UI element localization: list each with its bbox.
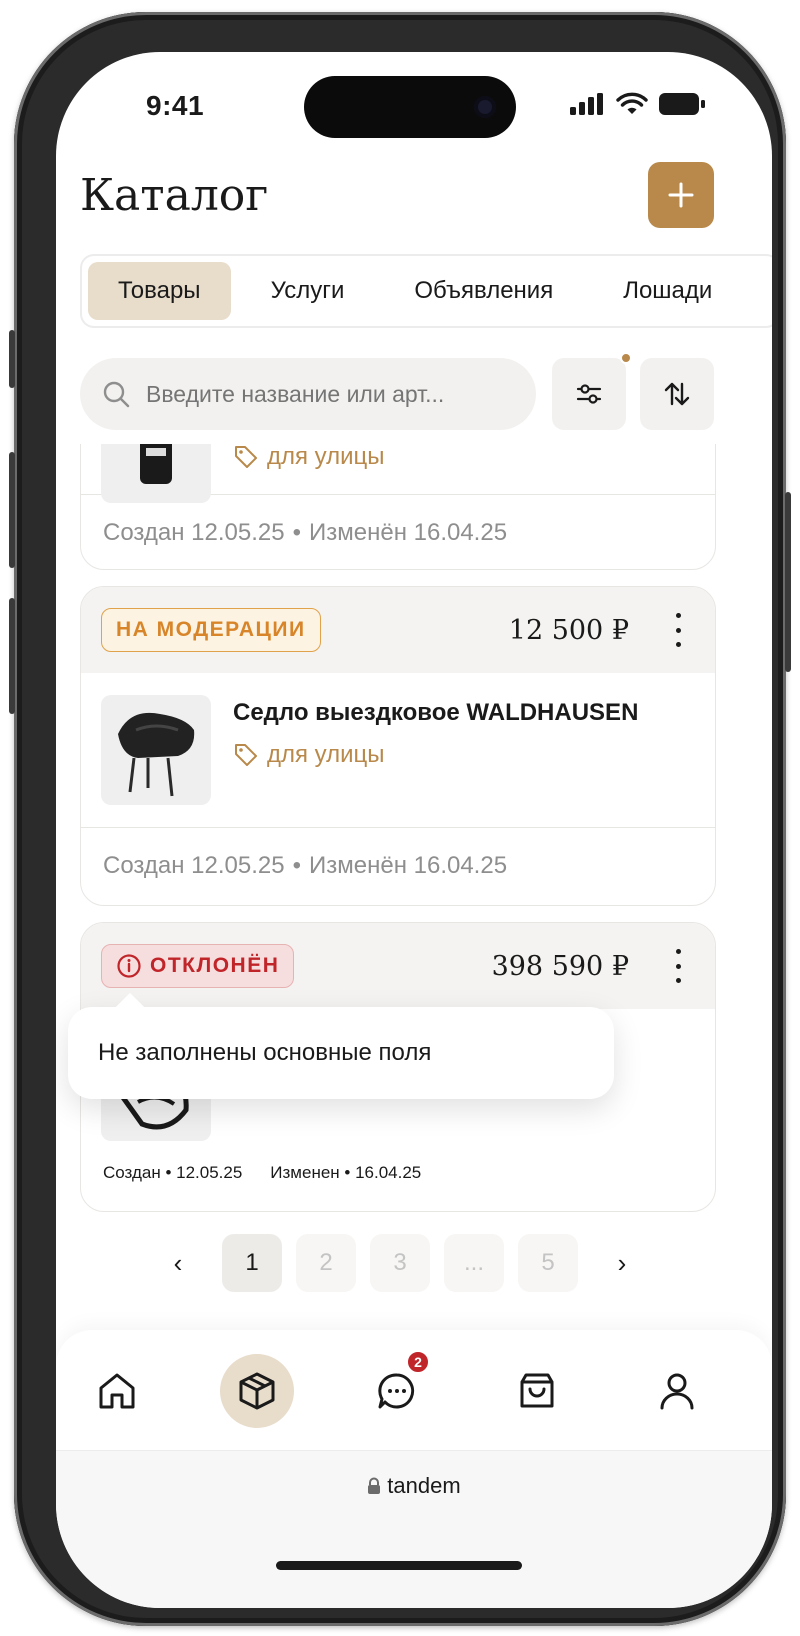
power-button [785, 492, 791, 672]
card-header: ОТКЛОНЁН 398 590 ₽ [81, 923, 715, 1009]
tab-services[interactable]: Услуги [241, 262, 375, 320]
tag-icon [235, 446, 257, 468]
volume-up-button [9, 452, 15, 568]
card-dates: Создан 12.05.25 • Изменён 16.04.25 [81, 495, 715, 569]
created-date: Создан 12.05.25 [103, 852, 285, 879]
signal-icon [570, 93, 603, 115]
modified-date: Изменён 16.04.25 [309, 519, 508, 546]
filter-button[interactable] [552, 352, 632, 430]
created-date: Создан 12.05.25 [103, 519, 285, 546]
bottom-nav: 2 [56, 1330, 772, 1450]
status-badge: НА МОДЕРАЦИИ [101, 608, 321, 652]
card-body: Седло выездковое WALDHAUSEN для улицы [81, 673, 715, 828]
tag-label: для улицы [267, 741, 385, 768]
product-thumbnail [101, 444, 211, 503]
page-ellipsis: ... [444, 1234, 504, 1292]
card-dates: Создан 12.05.25 • Изменён 16.04.25 [81, 828, 715, 904]
browser-bar: tandem [56, 1450, 772, 1608]
home-indicator[interactable] [276, 1561, 522, 1570]
date-separator: • [292, 519, 301, 546]
product-tag: для улицы [233, 444, 385, 471]
product-title: Седло выездковое WALDHAUSEN [233, 699, 639, 726]
card-header: НА МОДЕРАЦИИ 12 500 ₽ [81, 587, 715, 673]
filter-sliders-icon [576, 384, 602, 404]
next-page-button[interactable]: › [592, 1234, 652, 1292]
camera-icon [474, 96, 496, 118]
modified-date: Изменен • 16.04.25 [270, 1163, 422, 1182]
wifi-icon [616, 92, 648, 114]
status-time: 9:41 [146, 90, 205, 121]
sort-button[interactable] [640, 358, 714, 430]
tab-horses[interactable]: Лошади [593, 262, 742, 320]
battery-icon [659, 93, 705, 115]
nav-catalog[interactable] [220, 1354, 294, 1428]
dynamic-island [304, 76, 516, 138]
tag-icon [235, 744, 257, 766]
chat-icon [378, 1373, 415, 1409]
bag-icon [520, 1373, 554, 1408]
pagination: ‹ 1 2 3 ... 5 › [148, 1234, 652, 1292]
prev-page-button[interactable]: ‹ [148, 1234, 208, 1292]
page-title: Каталог [80, 170, 269, 221]
plus-icon [668, 182, 694, 208]
nav-profile[interactable] [640, 1354, 714, 1428]
lock-icon [368, 1477, 381, 1494]
search-icon [103, 381, 130, 408]
nav-cart[interactable] [500, 1354, 574, 1428]
card-dates: Создан • 12.05.25 Изменен • 16.04.25 [103, 1163, 421, 1183]
status-icons [570, 92, 706, 116]
product-price: 398 590 ₽ [491, 950, 629, 982]
product-image [140, 444, 172, 484]
home-icon [99, 1373, 135, 1409]
product-list[interactable]: для улицы Создан 12.05.25 • Изменён 16.0… [56, 444, 772, 1324]
product-tag: для улицы [233, 741, 638, 769]
nav-home[interactable] [80, 1354, 154, 1428]
info-icon [117, 954, 141, 978]
url-text: tandem [387, 1473, 461, 1498]
created-date: Создан • 12.05.25 [103, 1163, 243, 1182]
tag-label: для улицы [267, 444, 385, 470]
tab-listings[interactable]: Объявления [384, 262, 583, 320]
product-card[interactable]: для улицы Создан 12.05.25 • Изменён 16.0… [80, 444, 716, 570]
product-price: 12 500 ₽ [508, 614, 629, 646]
address-bar[interactable]: tandem [56, 1473, 772, 1499]
search-input[interactable] [146, 380, 516, 408]
profile-icon [660, 1373, 694, 1410]
date-separator: • [292, 852, 301, 879]
add-button[interactable] [648, 162, 714, 228]
search-bar [80, 358, 536, 430]
more-menu-icon[interactable] [671, 949, 685, 983]
phone-frame: 9:41 Каталог Товары Услуги Объявления Ло… [9, 12, 791, 1626]
page-1[interactable]: 1 [222, 1234, 282, 1292]
tab-goods[interactable]: Товары [88, 262, 231, 320]
status-label: ОТКЛОНЁН [150, 954, 280, 977]
card-body: для улицы [81, 444, 715, 503]
page-2[interactable]: 2 [296, 1234, 356, 1292]
messages-badge: 2 [406, 1350, 430, 1374]
nav-messages[interactable]: 2 [360, 1350, 434, 1428]
product-thumbnail [101, 695, 211, 805]
sort-arrows-icon [664, 382, 690, 406]
more-menu-icon[interactable] [671, 613, 685, 647]
page-5[interactable]: 5 [518, 1234, 578, 1292]
modified-date: Изменён 16.04.25 [309, 852, 508, 879]
screen: 9:41 Каталог Товары Услуги Объявления Ло… [56, 52, 772, 1608]
volume-down-button [9, 598, 15, 714]
silent-switch [9, 330, 15, 388]
filter-active-dot [620, 352, 632, 364]
tooltip-text: Не заполнены основные поля [98, 1039, 432, 1066]
saddle-image [118, 712, 195, 797]
rejection-tooltip: Не заполнены основные поля [68, 992, 614, 1099]
catalog-box-icon [239, 1372, 275, 1410]
page-3[interactable]: 3 [370, 1234, 430, 1292]
status-badge[interactable]: ОТКЛОНЁН [101, 944, 295, 988]
product-card[interactable]: НА МОДЕРАЦИИ 12 500 ₽ Седло выездковое W… [80, 586, 716, 906]
catalog-tabs: Товары Услуги Объявления Лошади [80, 254, 772, 328]
